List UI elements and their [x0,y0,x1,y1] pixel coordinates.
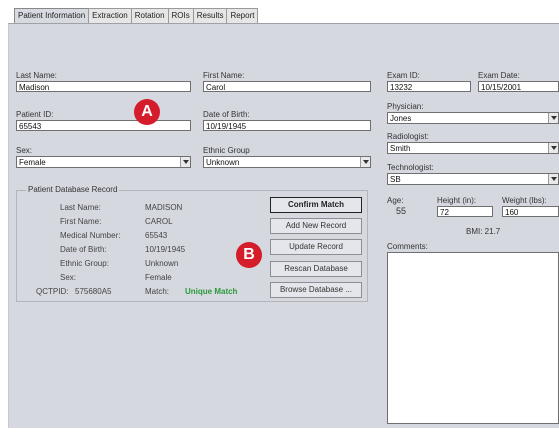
first-name-label: First Name: [203,71,245,80]
chevron-down-icon[interactable] [548,174,558,184]
comments-textarea[interactable] [387,252,559,424]
physician-select-value: Jones [390,114,412,123]
first-name-field[interactable]: Carol [203,81,371,92]
record-first-name-value: CAROL [145,217,173,226]
update-record-button[interactable]: Update Record [270,239,362,255]
bmi-value: BMI: 21.7 [466,227,501,236]
record-first-name-label: First Name: [60,217,102,226]
ethnic-group-label: Ethnic Group [203,146,250,155]
record-match-status: Unique Match [185,287,238,296]
tab-extraction[interactable]: Extraction [88,8,132,23]
record-ethnic-group-value: Unknown [145,259,179,268]
tab-rois[interactable]: ROIs [167,8,194,23]
tab-results[interactable]: Results [192,8,228,23]
record-ethnic-group-label: Ethnic Group: [60,259,109,268]
record-medical-number-value: 65543 [145,231,168,240]
technologist-select[interactable]: SB [387,173,559,185]
chevron-down-icon[interactable] [360,157,370,167]
record-last-name-value: MADISON [145,203,183,212]
exam-id-label: Exam ID: [387,71,420,80]
add-new-record-button[interactable]: Add New Record [270,218,362,234]
chevron-down-icon[interactable] [548,113,558,123]
age-label: Age: [387,196,404,205]
ethnic-group-select[interactable]: Unknown [203,156,371,168]
record-medical-number-label: Medical Number: [60,231,121,240]
exam-date-label: Exam Date: [478,71,520,80]
rescan-database-button[interactable]: Rescan Database [270,261,362,277]
physician-label: Physician: [387,102,424,111]
last-name-label: Last Name: [16,71,57,80]
record-qctpid-value: 575680A5 [75,287,112,296]
record-last-name-label: Last Name: [60,203,101,212]
weight-label: Weight (lbs): [502,196,547,205]
last-name-field[interactable]: Madison [16,81,191,92]
record-sex-label: Sex: [60,273,77,282]
confirm-match-button[interactable]: Confirm Match [270,197,362,213]
height-label: Height (in): [437,196,477,205]
exam-id-field[interactable]: 13232 [387,81,471,92]
age-value: 55 [396,206,407,216]
ethnic-group-select-value: Unknown [206,158,240,167]
app-window: Patient Information Extraction Rotation … [0,0,559,446]
sex-select[interactable]: Female [16,156,191,168]
chevron-down-icon[interactable] [548,143,558,153]
tab-strip: Patient Information Extraction Rotation … [14,8,259,25]
record-match-label: Match: [145,287,170,296]
tab-report[interactable]: Report [226,8,259,23]
patient-id-field[interactable]: 65543 [16,120,191,131]
browse-database-button[interactable]: Browse Database ... [270,282,362,298]
technologist-select-value: SB [390,175,401,184]
record-qctpid-label: QCTPID: [36,287,69,296]
tab-rotation[interactable]: Rotation [130,8,169,23]
callout-marker-a: A [134,99,160,125]
dob-field[interactable]: 10/19/1945 [203,120,371,131]
comments-label: Comments: [387,242,428,251]
dob-label: Date of Birth: [203,110,250,119]
patient-database-record-title: Patient Database Record [26,185,120,194]
technologist-label: Technologist: [387,163,434,172]
weight-field[interactable]: 160 [502,206,559,217]
exam-date-field[interactable]: 10/15/2001 [478,81,559,92]
patient-id-label: Patient ID: [16,110,54,119]
radiologist-select-value: Smith [390,144,411,153]
record-sex-value: Female [145,273,172,282]
sex-label: Sex: [16,146,33,155]
physician-select[interactable]: Jones [387,112,559,124]
sex-select-value: Female [19,158,46,167]
callout-marker-b: B [236,242,262,268]
record-dob-value: 10/19/1945 [145,245,186,254]
height-field[interactable]: 72 [437,206,493,217]
radiologist-select[interactable]: Smith [387,142,559,154]
radiologist-label: Radiologist: [387,132,429,141]
chevron-down-icon[interactable] [180,157,190,167]
record-dob-label: Date of Birth: [60,245,107,254]
